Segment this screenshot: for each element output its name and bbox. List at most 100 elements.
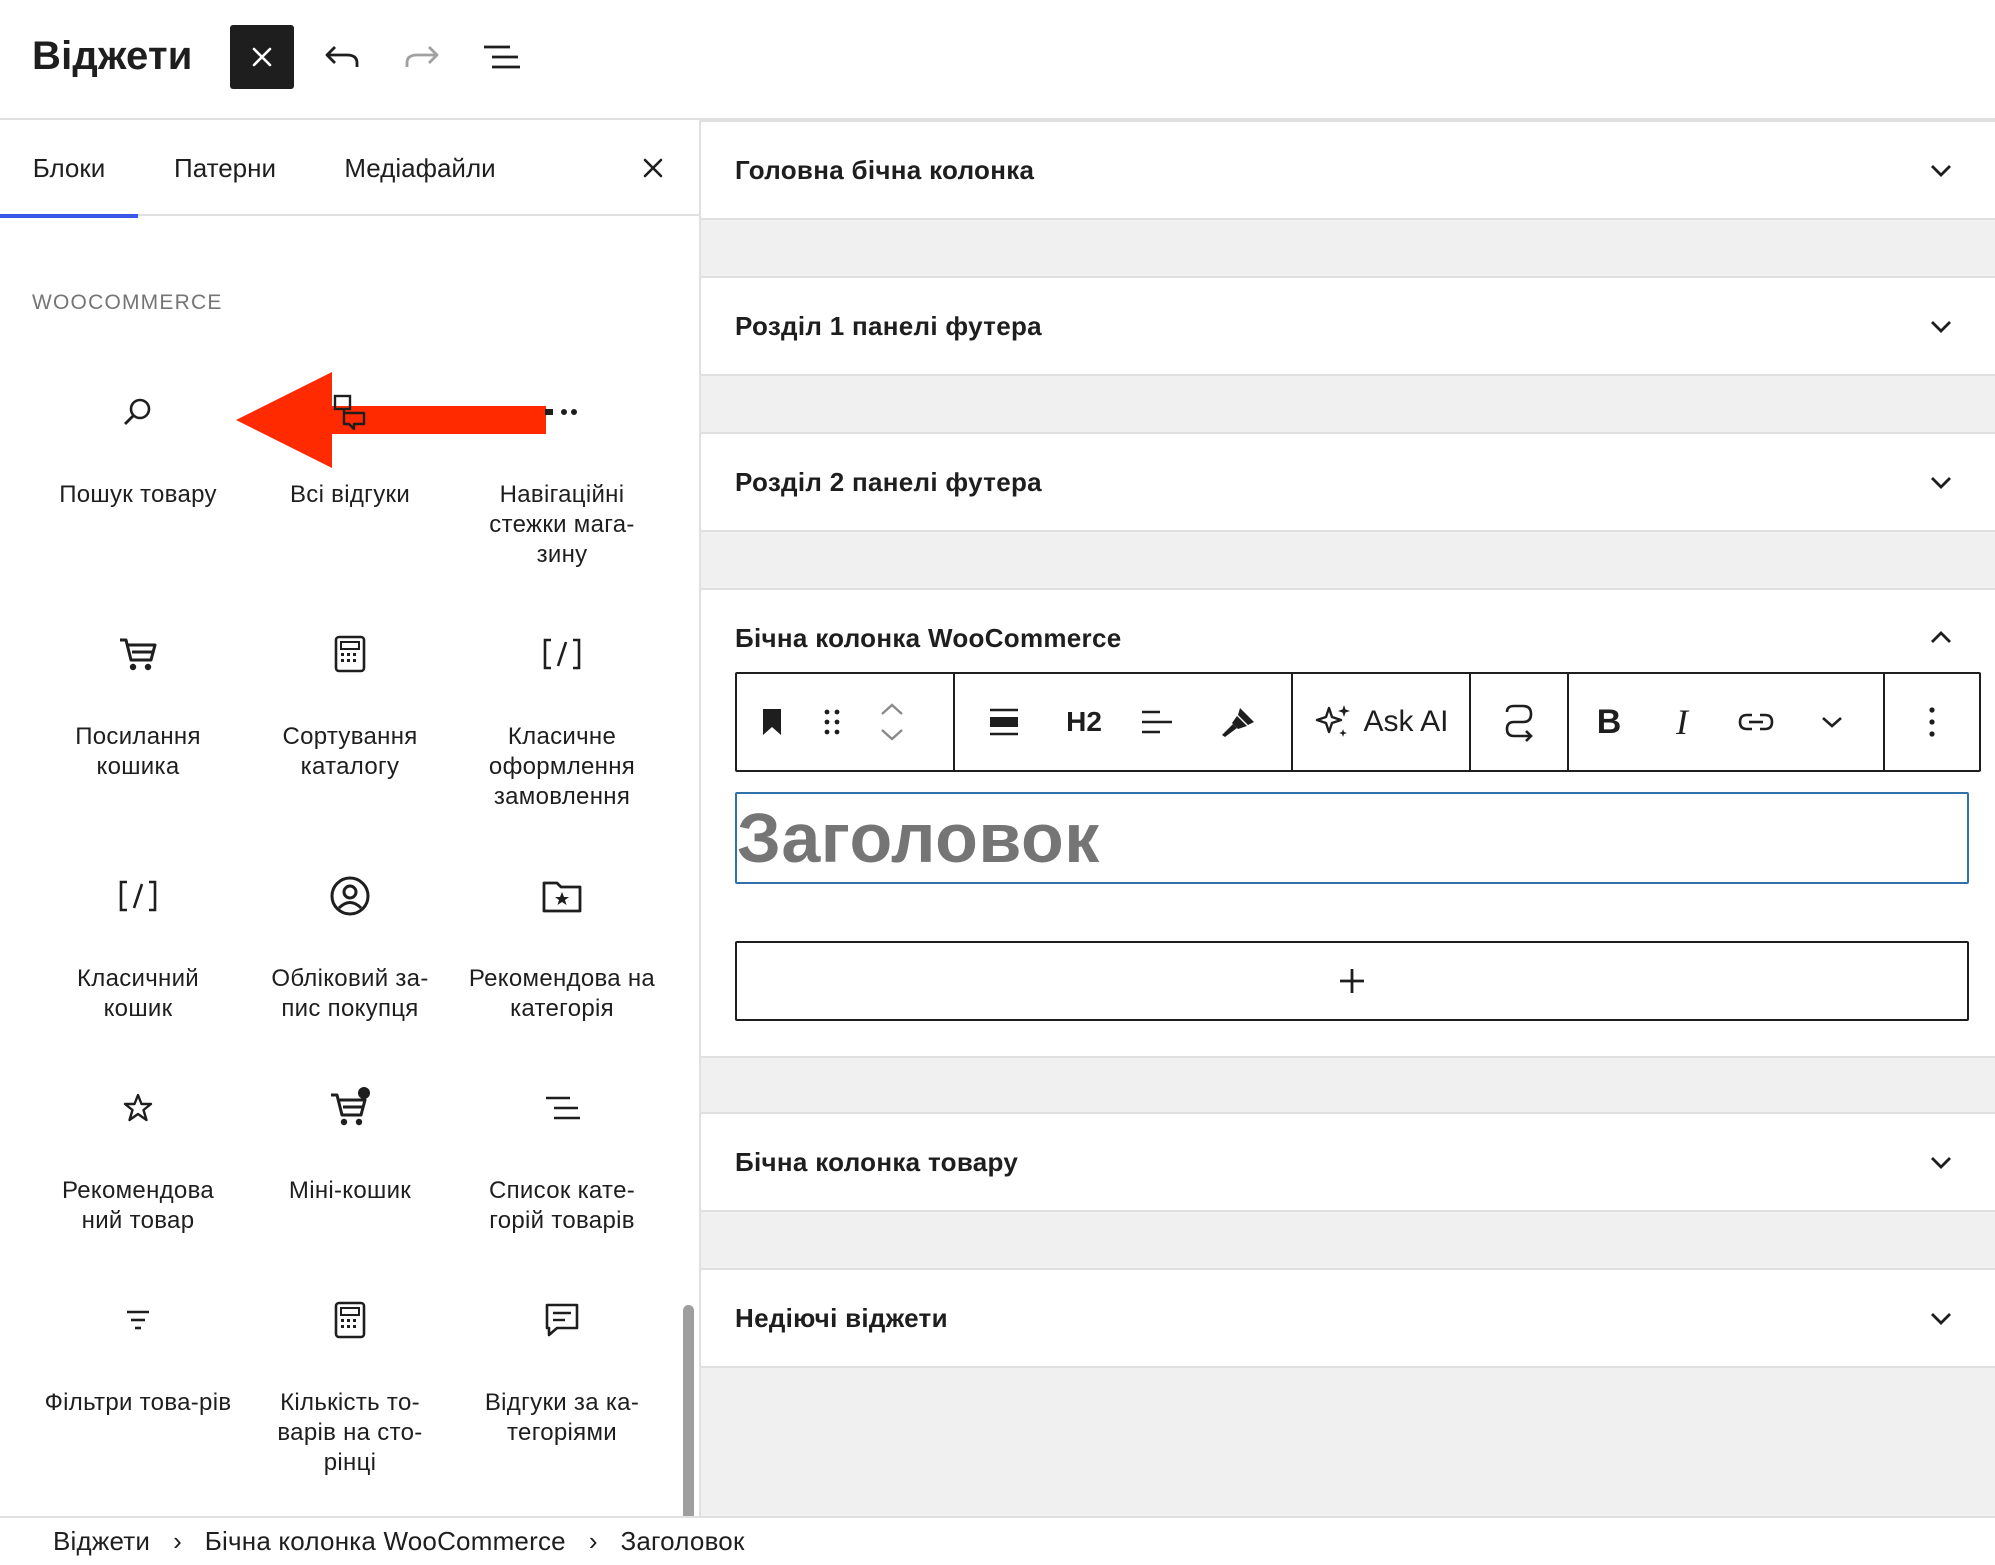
folder-star-icon bbox=[538, 872, 586, 920]
text-align-button[interactable] bbox=[1115, 674, 1199, 770]
block-options-button[interactable] bbox=[1885, 674, 1979, 770]
block-label: Фільтри това-рів bbox=[44, 1389, 232, 1416]
widget-area-product-sidebar[interactable]: Бічна колонка товару bbox=[701, 1112, 1995, 1212]
widget-area-header[interactable]: Розділ 2 панелі футера bbox=[701, 434, 1995, 530]
link-button[interactable] bbox=[1715, 674, 1797, 770]
star-icon bbox=[114, 1084, 162, 1132]
widget-area-header[interactable]: Головна бічна колонка bbox=[701, 122, 1995, 218]
breadcrumbs-icon bbox=[538, 388, 586, 436]
block-product-search[interactable]: Пошук товару bbox=[38, 388, 238, 510]
close-icon bbox=[252, 47, 272, 67]
widget-area-title: Головна бічна колонка bbox=[735, 154, 1035, 185]
widget-area-header[interactable]: Недіючі віджети bbox=[701, 1270, 1995, 1366]
block-store-breadcrumbs[interactable]: Навігаційні стежки мага-зину bbox=[462, 388, 662, 570]
search-icon bbox=[114, 388, 162, 436]
panel-scrollbar[interactable] bbox=[683, 1305, 694, 1516]
calculator-icon bbox=[326, 630, 374, 678]
widget-area-title: Недіючі віджети bbox=[735, 1302, 948, 1333]
block-classic-checkout[interactable]: Класичне оформлення замовлення bbox=[462, 630, 662, 812]
category-heading: WOOCOMMERCE bbox=[32, 291, 223, 314]
tab-media[interactable]: Медіафайли bbox=[334, 120, 506, 216]
align-wide-icon bbox=[990, 708, 1018, 736]
redo-icon bbox=[405, 46, 439, 67]
chevron-right-icon: › bbox=[588, 1526, 598, 1556]
block-label: Сортування каталогу bbox=[282, 723, 418, 780]
add-block-button[interactable] bbox=[735, 941, 1969, 1021]
breadcrumb-item[interactable]: Віджети bbox=[40, 1526, 163, 1557]
cart-icon bbox=[114, 630, 162, 678]
plus-icon bbox=[1340, 969, 1364, 993]
breadcrumb-item[interactable]: Заголовок bbox=[607, 1526, 757, 1557]
block-customer-account[interactable]: Обліковий за-пис покупця bbox=[250, 872, 450, 1024]
block-featured-product[interactable]: Рекомендова ний товар bbox=[38, 1084, 238, 1236]
widget-area-main-sidebar[interactable]: Головна бічна колонка bbox=[701, 120, 1995, 220]
chevron-down-icon bbox=[1927, 312, 1955, 340]
block-label: Класичний кошик bbox=[76, 965, 199, 1022]
widget-area-footer-2[interactable]: Розділ 2 панелі футера bbox=[701, 432, 1995, 532]
breadcrumb-item[interactable]: Бічна колонка WooCommerce bbox=[192, 1526, 579, 1557]
close-panel-button[interactable] bbox=[631, 146, 675, 190]
block-label: Рекомендова ний товар bbox=[62, 1177, 214, 1234]
block-classic-cart[interactable]: Класичний кошик bbox=[38, 872, 238, 1024]
reviews-icon bbox=[326, 388, 374, 436]
styles-button[interactable] bbox=[1199, 674, 1277, 770]
align-wide-button[interactable] bbox=[955, 674, 1053, 770]
block-products-per-page[interactable]: Кількість то-варів на сто-рінці bbox=[250, 1296, 450, 1478]
italic-button[interactable]: I bbox=[1649, 674, 1715, 770]
block-label: Список кате-горій товарів bbox=[488, 1177, 636, 1234]
block-toolbar: H2 Ask AI B I bbox=[735, 672, 1981, 772]
block-label: Рекомендова на категорія bbox=[468, 965, 656, 1022]
block-label: Пошук товару bbox=[59, 481, 217, 508]
block-catalog-sorting[interactable]: Сортування каталогу bbox=[250, 630, 450, 782]
block-product-categories-list[interactable]: Список кате-горій товарів bbox=[462, 1084, 662, 1236]
block-label: Навігаційні стежки мага-зину bbox=[489, 481, 635, 568]
mini-cart-icon bbox=[326, 1084, 374, 1132]
sparkles-icon bbox=[1316, 705, 1351, 737]
comment-icon bbox=[538, 1296, 586, 1344]
chevron-down-icon bbox=[1927, 156, 1955, 184]
heading-block-input[interactable]: Заголовок bbox=[735, 792, 1969, 884]
chevron-right-icon: › bbox=[173, 1526, 182, 1556]
tab-blocks[interactable]: Блоки bbox=[0, 120, 138, 218]
block-reviews-by-category[interactable]: Відгуки за ка-тегоріями bbox=[462, 1296, 662, 1448]
widget-area-inactive-widgets[interactable]: Недіючі віджети bbox=[701, 1268, 1995, 1368]
redo-button[interactable] bbox=[390, 25, 454, 89]
calculator-icon bbox=[326, 1296, 374, 1344]
brush-icon bbox=[1222, 708, 1254, 737]
ask-ai-button[interactable]: Ask AI bbox=[1293, 674, 1471, 770]
widget-area-header[interactable]: Бічна колонка товару bbox=[701, 1114, 1995, 1210]
heading-level-button[interactable]: H2 bbox=[1053, 674, 1115, 770]
close-inserter-button[interactable] bbox=[230, 25, 294, 89]
block-type-button[interactable] bbox=[737, 674, 807, 770]
block-mini-cart[interactable]: Міні-кошик bbox=[250, 1084, 450, 1206]
block-featured-category[interactable]: Рекомендова на категорія bbox=[462, 872, 662, 1024]
align-left-icon bbox=[1142, 710, 1172, 734]
tab-patterns[interactable]: Патерни bbox=[158, 120, 292, 216]
block-label: Класичне оформлення замовлення bbox=[488, 723, 636, 810]
move-up-down-buttons[interactable] bbox=[857, 674, 927, 770]
widget-area-footer-1[interactable]: Розділ 1 панелі футера bbox=[701, 276, 1995, 376]
transform-button[interactable] bbox=[1471, 674, 1569, 770]
widget-areas: Головна бічна колонка Розділ 1 панелі фу… bbox=[701, 120, 1995, 1516]
breadcrumb: Віджети › Бічна колонка WooCommerce › За… bbox=[0, 1516, 1995, 1565]
close-icon bbox=[643, 158, 663, 178]
chevron-down-icon bbox=[1927, 1304, 1955, 1332]
widget-area-title: Бічна колонка WooCommerce bbox=[735, 622, 1122, 653]
block-all-reviews[interactable]: Всі відгуки bbox=[250, 388, 450, 510]
bold-button[interactable]: B bbox=[1569, 674, 1649, 770]
drag-handle-icon bbox=[824, 709, 840, 735]
list-view-button[interactable] bbox=[470, 25, 534, 89]
chevron-down-icon bbox=[881, 729, 903, 741]
undo-icon bbox=[325, 46, 359, 67]
list-icon bbox=[538, 1084, 586, 1132]
block-cart-link[interactable]: Посилання кошика bbox=[38, 630, 238, 782]
block-label: Відгуки за ка-тегоріями bbox=[484, 1389, 640, 1446]
chevron-down-icon bbox=[1927, 1148, 1955, 1176]
block-product-filters[interactable]: Фільтри това-рів bbox=[38, 1296, 238, 1418]
drag-handle[interactable] bbox=[807, 674, 857, 770]
undo-button[interactable] bbox=[310, 25, 374, 89]
widget-area-header[interactable]: Розділ 1 панелі футера bbox=[701, 278, 1995, 374]
ask-ai-label: Ask AI bbox=[1363, 705, 1449, 738]
toolbar-group-block bbox=[737, 674, 955, 770]
more-formats-button[interactable] bbox=[1797, 674, 1867, 770]
